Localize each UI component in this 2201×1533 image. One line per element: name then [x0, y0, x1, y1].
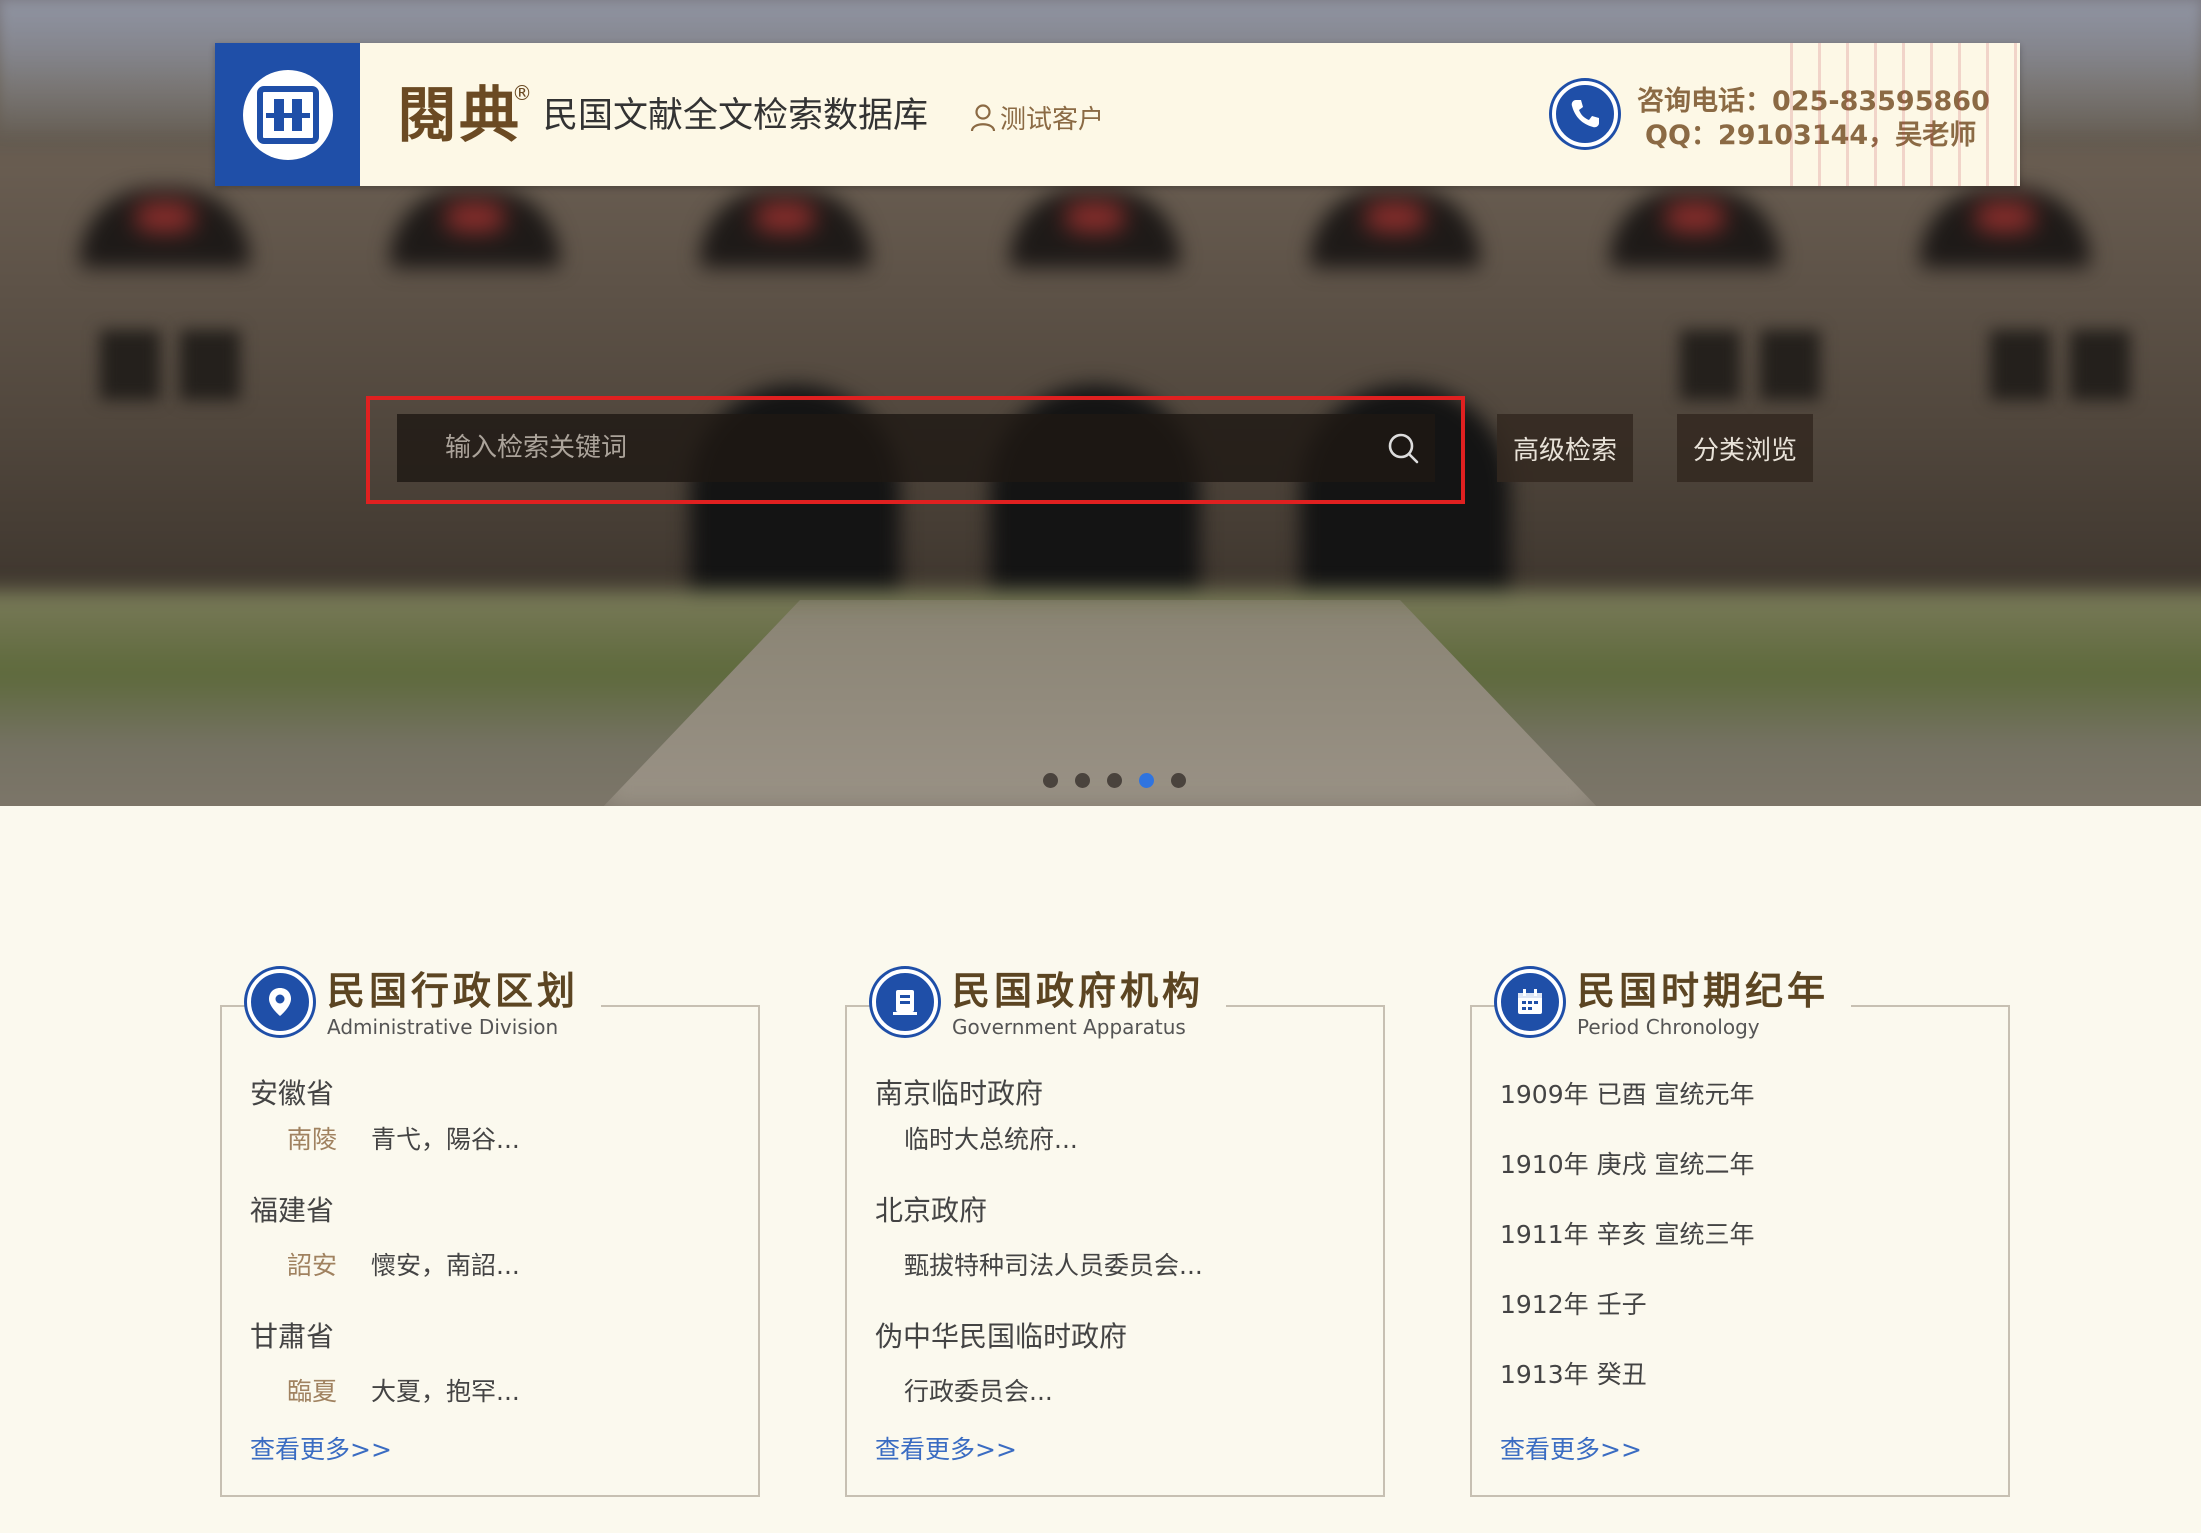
government-apparatus-card: 民国政府机构 Government Apparatus 南京临时政府 临时大总统…: [845, 969, 1385, 1497]
government-name[interactable]: 北京政府: [875, 1189, 987, 1229]
carousel-dot-active[interactable]: [1139, 773, 1154, 788]
card-subtitle: Government Apparatus: [952, 1015, 1186, 1039]
view-more-link[interactable]: 查看更多>>: [875, 1430, 1017, 1466]
phone-icon: [1552, 81, 1618, 147]
search-input[interactable]: [445, 414, 1345, 482]
period-chronology-card: 民国时期纪年 Period Chronology 1909年 已酉 宣统元年 1…: [1470, 969, 2010, 1497]
search-button[interactable]: [1381, 426, 1425, 470]
government-agency[interactable]: 行政委员会...: [904, 1372, 1053, 1408]
province-name[interactable]: 甘肅省: [250, 1315, 334, 1355]
calligraphy-decoration: [1790, 43, 2020, 186]
card-title: 民国行政区划: [327, 968, 580, 1013]
government-name[interactable]: 南京临时政府: [875, 1072, 1043, 1112]
hero-window: [100, 330, 160, 400]
county-link[interactable]: 臨夏: [287, 1372, 337, 1408]
location-pin-icon: [247, 969, 313, 1035]
view-more-link[interactable]: 查看更多>>: [250, 1430, 392, 1466]
card-subtitle: Period Chronology: [1577, 1015, 1760, 1039]
brand-logotype: 閱典: [397, 81, 521, 151]
card-header: 民国时期纪年 Period Chronology: [1497, 968, 1852, 1039]
admin-division-card: 民国行政区划 Administrative Division 安徽省 南陵 青弋…: [220, 969, 760, 1497]
user-account[interactable]: 测试客户: [970, 99, 1104, 136]
carousel-dot[interactable]: [1107, 773, 1122, 788]
county-aliases: 青弋，陽谷...: [371, 1125, 520, 1154]
registered-mark: ®: [512, 81, 532, 105]
government-agency[interactable]: 临时大总统府...: [904, 1120, 1078, 1156]
hero-window: [1990, 330, 2050, 400]
site-header: 閱典 ® 民国文献全文检索数据库 测试客户 咨询电话：025-83595860 …: [215, 43, 2020, 186]
year-item[interactable]: 1911年 辛亥 宣统三年: [1500, 1215, 1755, 1251]
calendar-icon: [1497, 969, 1563, 1035]
card-header: 民国行政区划 Administrative Division: [247, 968, 602, 1039]
card-subtitle: Administrative Division: [327, 1015, 559, 1039]
county-aliases: 大夏，抱罕...: [371, 1377, 520, 1406]
advanced-search-button[interactable]: 高级检索: [1497, 414, 1633, 482]
view-more-link[interactable]: 查看更多>>: [1500, 1430, 1642, 1466]
card-title: 民国时期纪年: [1577, 968, 1830, 1013]
card-header: 民国政府机构 Government Apparatus: [872, 968, 1227, 1039]
year-item[interactable]: 1909年 已酉 宣统元年: [1500, 1075, 1755, 1111]
hero-window: [180, 330, 240, 400]
hero-window: [2070, 330, 2130, 400]
government-name[interactable]: 伪中华民国临时政府: [875, 1315, 1127, 1355]
province-detail: 臨夏 大夏，抱罕...: [287, 1372, 520, 1408]
carousel-dot[interactable]: [1043, 773, 1058, 788]
hero-banner: 閱典 ® 民国文献全文检索数据库 测试客户 咨询电话：025-83595860 …: [0, 0, 2201, 806]
user-label: 测试客户: [1000, 105, 1105, 135]
carousel-dots: [1043, 773, 1186, 788]
category-browse-button[interactable]: 分类浏览: [1677, 414, 1813, 482]
province-name[interactable]: 福建省: [250, 1189, 334, 1229]
county-link[interactable]: 詔安: [287, 1246, 337, 1282]
year-item[interactable]: 1910年 庚戌 宣统二年: [1500, 1145, 1755, 1181]
user-icon: [970, 103, 996, 131]
province-detail: 南陵 青弋，陽谷...: [287, 1120, 520, 1156]
search-icon: [1388, 433, 1419, 464]
logo-emblem-icon: [242, 69, 333, 160]
province-detail: 詔安 懷安，南詔...: [287, 1246, 520, 1282]
site-name: 民国文献全文检索数据库: [543, 96, 929, 136]
county-link[interactable]: 南陵: [287, 1120, 337, 1156]
hero-window: [1760, 330, 1820, 400]
card-title: 民国政府机构: [952, 968, 1205, 1013]
government-agency[interactable]: 甄拔特种司法人员委员会...: [904, 1246, 1203, 1282]
carousel-dot[interactable]: [1075, 773, 1090, 788]
carousel-dot[interactable]: [1171, 773, 1186, 788]
hero-window: [1680, 330, 1740, 400]
site-logo[interactable]: [215, 43, 360, 186]
year-item[interactable]: 1913年 癸丑: [1500, 1355, 1647, 1391]
search-bar: [397, 414, 1435, 482]
province-name[interactable]: 安徽省: [250, 1072, 334, 1112]
year-item[interactable]: 1912年 壬子: [1500, 1285, 1647, 1321]
building-document-icon: [872, 969, 938, 1035]
county-aliases: 懷安，南詔...: [371, 1251, 520, 1280]
